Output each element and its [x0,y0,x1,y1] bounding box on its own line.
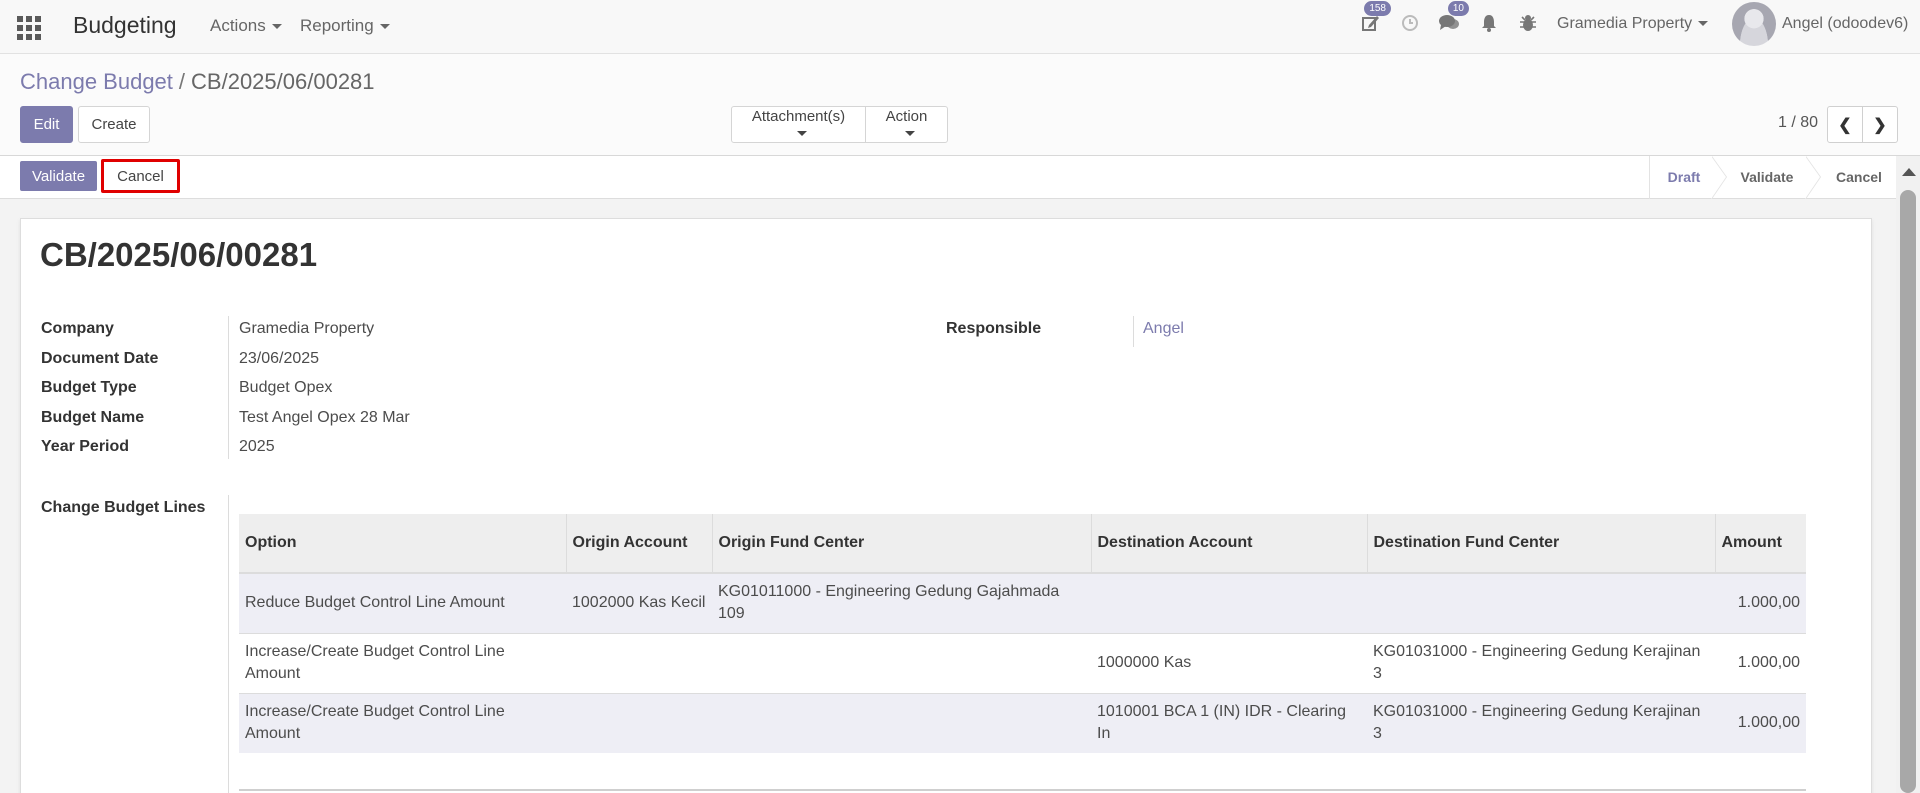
cell-destination-fund-center: KG01031000 - Engineering Gedung Kerajina… [1367,692,1715,753]
debug-bug-icon[interactable] [1516,13,1540,37]
column-header-option[interactable]: Option [239,514,566,574]
activity-edit-icon[interactable]: 158 [1359,1,1391,37]
column-header-origin-account[interactable]: Origin Account [565,514,712,574]
pager-previous-button[interactable]: ❮ [1827,106,1863,143]
app-name: Budgeting [73,12,177,38]
attachments-dropdown[interactable]: Attachment(s) [731,106,866,143]
column-header-origin-fund-center[interactable]: Origin Fund Center [711,514,1091,574]
pager-next-button[interactable]: ❯ [1862,106,1898,143]
cell-destination-account [1091,572,1367,633]
document-date-label: Document Date [41,350,159,367]
field-separator [1133,316,1134,347]
menu-reporting-label: Reporting [300,16,374,35]
budget-name-value: Test Angel Opex 28 Mar [239,409,410,426]
cancel-button[interactable]: Cancel [101,159,180,193]
stage-validate[interactable]: Validate [1728,156,1806,199]
cell-origin-account [566,692,712,753]
scroll-up-arrow-icon[interactable] [1902,168,1916,176]
menu-actions-label: Actions [210,16,266,35]
table-row[interactable]: Increase/Create Budget Control Line Amou… [239,692,1806,753]
change-budget-lines-label: Change Budget Lines [41,499,206,516]
messages-badge: 10 [1447,1,1469,16]
cell-option: Increase/Create Budget Control Line Amou… [239,632,566,693]
chevron-down-icon [796,131,807,137]
messages-icon[interactable]: 10 [1437,1,1469,37]
company-switcher[interactable]: Gramedia Property [1557,15,1709,33]
column-header-destination-fund-center[interactable]: Destination Fund Center [1366,514,1715,574]
cell-option: Reduce Budget Control Line Amount [239,572,566,633]
year-period-label: Year Period [41,438,130,455]
stage-draft: Draft [1667,169,1701,185]
edit-button[interactable]: Edit [20,106,73,143]
create-button[interactable]: Create [78,106,150,143]
table-row[interactable]: Reduce Budget Control Line Amount 100200… [239,572,1806,633]
form-statusbar: Validate Cancel Draft Validate Cancel [0,156,1898,199]
change-budget-lines-table: Option Origin Account Origin Fund Center… [239,514,1806,753]
document-title: CB/2025/06/00281 [40,236,318,273]
bell-icon[interactable] [1477,13,1501,37]
attachments-label: Attachment(s) [751,107,846,125]
table-footer-line [239,789,1806,791]
year-period-value: 2025 [239,438,275,455]
stage-cancel[interactable]: Cancel [1822,156,1896,199]
breadcrumb: Change Budget / CB/2025/06/00281 [20,69,375,95]
cell-origin-fund-center: KG01011000 - Engineering Gedung Gajahmad… [712,572,1091,633]
activity-badge: 158 [1364,1,1391,16]
cell-amount: 1.000,00 [1715,692,1806,753]
breadcrumb-separator: / [178,69,186,94]
budget-name-label: Budget Name [41,409,145,426]
field-separator [228,495,229,793]
cell-origin-fund-center [712,692,1091,753]
chevron-right-icon: ❯ [1873,116,1887,134]
cell-destination-account: 1000000 Kas [1091,632,1367,693]
cell-destination-account: 1010001 BCA 1 (IN) IDR - Clearing In [1091,692,1367,753]
control-panel: Change Budget / CB/2025/06/00281 Edit Crea… [0,54,1920,156]
table-header-row: Option Origin Account Origin Fund Center… [239,514,1806,574]
responsible-value[interactable]: Angel [1143,320,1184,338]
top-navbar: Budgeting Actions Reporting 158 10 Grame… [0,0,1920,54]
chevron-down-icon [904,131,915,137]
table-row[interactable]: Increase/Create Budget Control Line Amou… [239,632,1806,693]
stage-arrow [1805,156,1822,199]
validate-button[interactable]: Validate [20,161,97,191]
scrollbar-thumb[interactable] [1900,190,1916,793]
stage-arrow [1711,156,1728,199]
column-header-amount[interactable]: Amount [1714,514,1806,574]
cell-destination-fund-center [1367,572,1715,633]
document-date-value: 23/06/2025 [239,350,320,367]
action-label: Action [885,107,928,125]
breadcrumb-parent[interactable]: Change Budget [20,69,173,94]
page-scrollbar[interactable] [1896,156,1920,793]
chevron-left-icon: ❮ [1838,116,1852,134]
cell-origin-fund-center [712,632,1091,693]
responsible-label: Responsible [946,320,1042,337]
cell-destination-fund-center: KG01031000 - Engineering Gedung Kerajina… [1367,632,1715,693]
user-menu[interactable]: Angel (odoodev6) [1782,15,1908,33]
clock-icon[interactable] [1398,13,1422,37]
cell-amount: 1.000,00 [1715,572,1806,633]
field-separator [228,316,229,459]
menu-actions[interactable]: Actions [210,16,282,36]
breadcrumb-current: CB/2025/06/00281 [191,69,375,94]
budget-type-label: Budget Type [41,379,137,396]
avatar[interactable] [1732,2,1776,46]
company-label: Company [41,320,114,337]
budget-type-value: Budget Opex [239,379,333,396]
cell-origin-account: 1002000 Kas Kecil [566,572,712,633]
cell-amount: 1.000,00 [1715,632,1806,693]
chevron-down-icon [271,24,282,30]
company-name: Gramedia Property [1557,15,1693,32]
pager-value[interactable]: 1 / 80 [1778,114,1818,132]
column-header-destination-account[interactable]: Destination Account [1090,514,1367,574]
chevron-down-icon [379,24,390,30]
action-dropdown[interactable]: Action [865,106,948,143]
chevron-down-icon [1698,21,1709,27]
cell-option: Increase/Create Budget Control Line Amou… [239,692,566,753]
apps-grid-icon[interactable] [17,16,41,40]
menu-reporting[interactable]: Reporting [300,16,390,36]
company-value: Gramedia Property [239,320,375,337]
cell-origin-account [566,632,712,693]
